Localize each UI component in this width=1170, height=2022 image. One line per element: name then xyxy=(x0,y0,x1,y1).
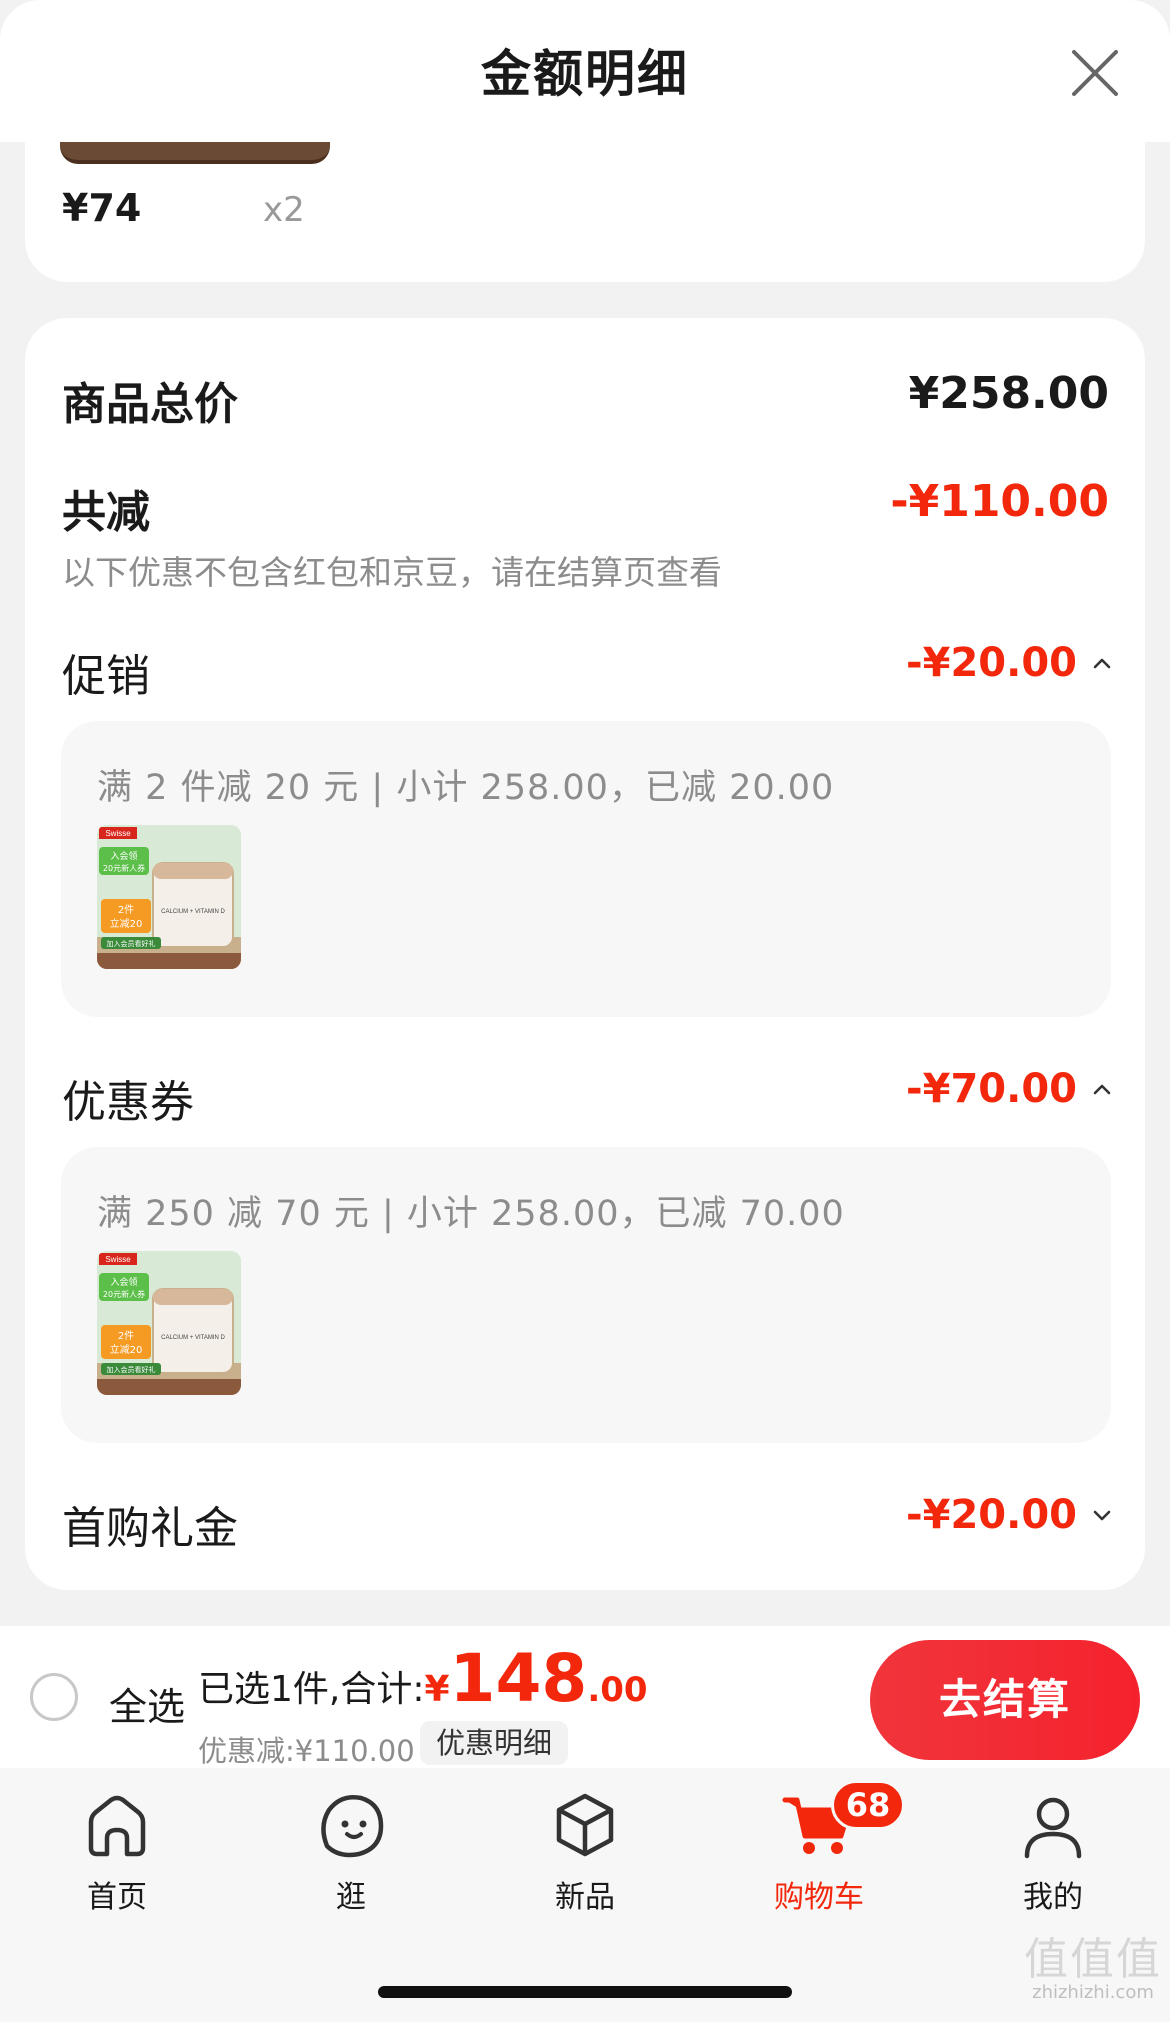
product-image-bottom xyxy=(60,142,330,164)
select-all-label[interactable]: 全选 xyxy=(109,1676,185,1731)
home-indicator xyxy=(378,1986,792,1998)
select-all-checkbox[interactable] xyxy=(30,1673,78,1721)
watermark-site: zhizhizhi.com xyxy=(1032,1982,1154,2003)
section-coupon-amount: -¥70.00 xyxy=(906,1066,1077,1112)
product-price: ¥74 xyxy=(62,186,142,230)
tab-cart-label: 购物车 xyxy=(774,1880,864,1915)
chevron-up-icon xyxy=(1093,1084,1111,1095)
coupon-detail-box: 满 250 减 70 元 | 小计 258.00，已减 70.00 Swisse… xyxy=(61,1147,1111,1443)
cart-count-badge: 68 xyxy=(831,1780,905,1830)
section-first-purchase-amount: -¥20.00 xyxy=(906,1492,1077,1538)
promotion-detail-text: 满 2 件减 20 元 | 小计 258.00，已减 20.00 xyxy=(97,768,835,808)
tab-new-arrivals-label: 新品 xyxy=(555,1880,615,1915)
svg-text:Swisse: Swisse xyxy=(105,829,131,838)
section-coupon-label: 优惠券 xyxy=(62,1077,194,1128)
price-breakdown-card: 商品总价 ¥258.00 共减 -¥110.00 以下优惠不包含红包和京豆，请在… xyxy=(25,318,1145,1590)
tab-cart[interactable]: 68 购物车 xyxy=(739,1780,905,1916)
coupon-product-thumbnail[interactable]: Swisse CALCIUM + VITAMIN D 入会领 20元新人券 2件… xyxy=(97,1251,241,1395)
chevron-down-icon xyxy=(1093,1510,1111,1521)
total-decimal: .00 xyxy=(587,1670,648,1710)
tab-profile[interactable]: 我的 xyxy=(973,1786,1133,1916)
tab-new-arrivals[interactable]: 新品 xyxy=(505,1786,665,1916)
close-icon xyxy=(1072,50,1118,96)
total-price-label: 商品总价 xyxy=(62,379,238,430)
section-first-purchase-toggle[interactable]: -¥20.00 xyxy=(906,1492,1115,1538)
svg-text:20元新人券: 20元新人券 xyxy=(103,1289,145,1299)
selected-count-label: 已选1件,合计: xyxy=(198,1669,425,1710)
svg-text:2件: 2件 xyxy=(118,1330,134,1342)
product-thumbnail-image: Swisse CALCIUM + VITAMIN D 入会领 20元新人券 2件… xyxy=(97,1251,241,1395)
total-reduction-value: -¥110.00 xyxy=(890,476,1109,527)
user-icon xyxy=(1024,1797,1082,1859)
home-icon xyxy=(88,1795,146,1857)
chevron-up-icon xyxy=(1093,658,1111,669)
total-price-value: ¥258.00 xyxy=(908,368,1109,419)
face-icon xyxy=(321,1795,384,1858)
bottom-tab-bar: 首页 逛 新品 68 购物车 我的 xyxy=(0,1768,1170,2022)
svg-text:加入会员看好礼: 加入会员看好礼 xyxy=(107,939,156,948)
section-first-purchase-label: 首购礼金 xyxy=(62,1503,238,1554)
sheet-title: 金额明细 xyxy=(481,45,689,103)
total-integer: 148 xyxy=(449,1640,588,1717)
section-promotion-toggle[interactable]: -¥20.00 xyxy=(906,640,1115,686)
tab-browse-label: 逛 xyxy=(336,1880,366,1915)
checkout-button[interactable]: 去结算 xyxy=(870,1640,1140,1760)
section-coupon-toggle[interactable]: -¥70.00 xyxy=(906,1066,1115,1112)
tab-home[interactable]: 首页 xyxy=(37,1786,197,1916)
total-reduction-label: 共减 xyxy=(62,487,150,538)
promotion-detail-box: 满 2 件减 20 元 | 小计 258.00，已减 20.00 Swisse … xyxy=(61,721,1111,1017)
tab-profile-label: 我的 xyxy=(1023,1880,1083,1915)
svg-text:加入会员看好礼: 加入会员看好礼 xyxy=(107,1365,156,1374)
svg-text:CALCIUM + VITAMIN D: CALCIUM + VITAMIN D xyxy=(161,1335,225,1341)
watermark: 值值值 zhizhizhi.com xyxy=(1018,1934,1168,2004)
close-button[interactable] xyxy=(1062,40,1128,106)
cart-total: 已选1件,合计: ¥ 148 .00 xyxy=(198,1646,648,1712)
tab-home-label: 首页 xyxy=(87,1880,147,1915)
svg-text:Swisse: Swisse xyxy=(105,1255,131,1264)
product-card: ¥74 x2 xyxy=(25,142,1145,282)
coupon-detail-text: 满 250 减 70 元 | 小计 258.00，已减 70.00 xyxy=(97,1194,845,1234)
svg-text:立减20: 立减20 xyxy=(110,1343,143,1356)
tab-browse[interactable]: 逛 xyxy=(271,1786,431,1916)
checkout-bar: 全选 已选1件,合计: ¥ 148 .00 优惠减:¥110.00 优惠明细 去… xyxy=(0,1626,1170,1768)
svg-text:CALCIUM + VITAMIN D: CALCIUM + VITAMIN D xyxy=(161,909,225,915)
cube-icon xyxy=(556,1793,614,1857)
section-promotion-label: 促销 xyxy=(62,651,150,702)
reduction-note: 以下优惠不包含红包和京豆，请在结算页查看 xyxy=(62,553,722,592)
svg-text:立减20: 立减20 xyxy=(110,917,143,930)
amount-detail-sheet: 金额明细 ¥74 x2 商品总价 ¥258.00 共减 -¥110.00 以下优… xyxy=(0,0,1170,2022)
promotion-product-thumbnail[interactable]: Swisse CALCIUM + VITAMIN D 入会领 20元新人券 2件… xyxy=(97,825,241,969)
product-quantity: x2 xyxy=(263,190,305,230)
svg-text:20元新人券: 20元新人券 xyxy=(103,863,145,873)
svg-text:2件: 2件 xyxy=(118,904,134,916)
discount-detail-link[interactable]: 优惠明细 xyxy=(420,1721,569,1765)
svg-text:入会领: 入会领 xyxy=(110,1276,137,1288)
section-promotion-amount: -¥20.00 xyxy=(906,640,1077,686)
product-thumbnail-image: Swisse CALCIUM + VITAMIN D 入会领 20元新人券 2件… xyxy=(97,825,241,969)
watermark-logo: 值值值 xyxy=(1024,1934,1162,1985)
svg-text:入会领: 入会领 xyxy=(110,850,137,862)
discount-summary: 优惠减:¥110.00 xyxy=(198,1734,415,1768)
sheet-header: 金额明细 xyxy=(0,0,1170,142)
total-currency: ¥ xyxy=(424,1669,450,1710)
